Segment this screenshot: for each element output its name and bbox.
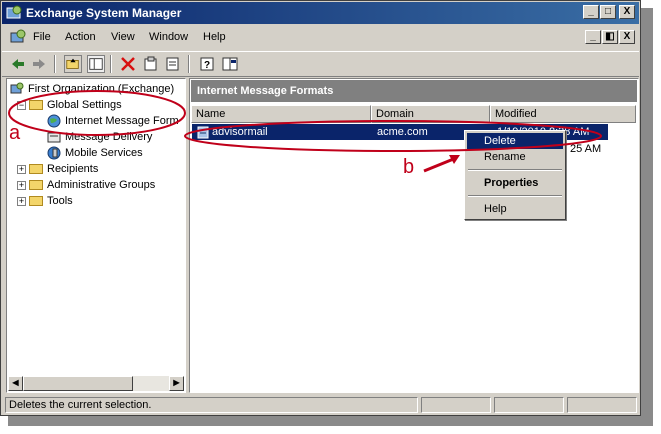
annotation-ellipse-a	[8, 90, 186, 136]
annotation-overlay	[8, 90, 602, 173]
annotation-arrow	[423, 156, 457, 173]
annotation-label-a: a	[9, 122, 21, 144]
annotation-ellipse-b	[184, 120, 602, 152]
annotation-label-b: b	[403, 156, 415, 178]
